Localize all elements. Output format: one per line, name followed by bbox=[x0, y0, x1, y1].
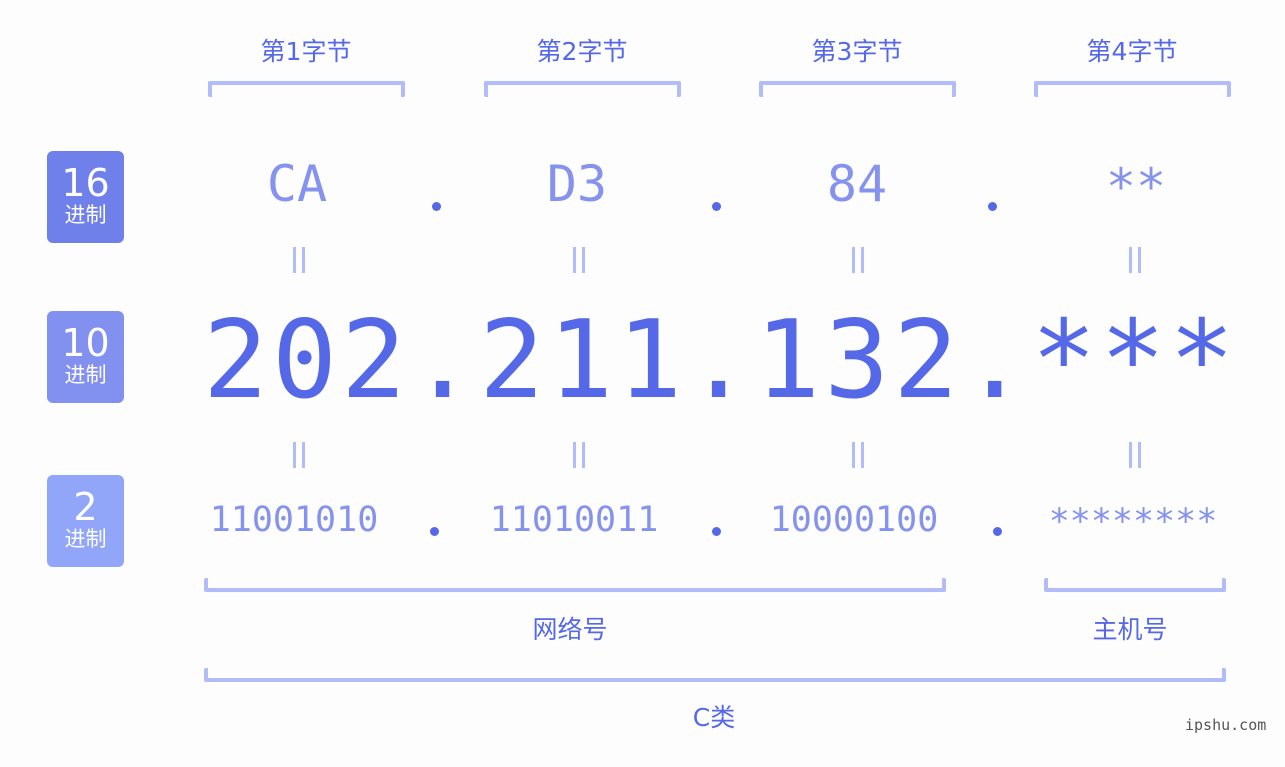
network-label: 网络号 bbox=[532, 615, 608, 644]
network-bracket bbox=[204, 578, 946, 592]
class-label: C类 bbox=[692, 703, 736, 732]
watermark: ipshu.com bbox=[1185, 716, 1267, 734]
bin-byte-1: 11001010 bbox=[209, 500, 379, 540]
hex-byte-3: 84 bbox=[826, 155, 888, 213]
bin-dot-1 bbox=[430, 527, 439, 536]
byte-2-label: 第2字节 bbox=[536, 37, 628, 66]
bin-dot-2 bbox=[712, 527, 721, 536]
host-bracket bbox=[1044, 578, 1226, 592]
host-label: 主机号 bbox=[1092, 615, 1168, 644]
equals-icon bbox=[571, 247, 587, 273]
decimal-address: 202.211.132.*** bbox=[203, 298, 1239, 423]
byte-2-bracket bbox=[484, 81, 681, 97]
hex-badge-suffix: 进制 bbox=[64, 203, 107, 227]
byte-1-bracket bbox=[208, 81, 405, 97]
equals-icon bbox=[850, 247, 866, 273]
byte-4-bracket bbox=[1034, 81, 1231, 97]
bin-byte-3: 10000100 bbox=[769, 500, 939, 540]
byte-1-label: 第1字节 bbox=[260, 37, 352, 66]
hex-badge: 16 进制 bbox=[47, 151, 124, 243]
byte-3-bracket bbox=[759, 81, 956, 97]
byte-4-label: 第4字节 bbox=[1086, 37, 1178, 66]
hex-badge-base: 16 bbox=[61, 161, 110, 205]
hex-dot-3 bbox=[988, 202, 997, 211]
bin-badge-base: 2 bbox=[73, 485, 98, 529]
equals-icon bbox=[1127, 442, 1143, 468]
hex-dot-2 bbox=[712, 202, 721, 211]
bin-badge-suffix: 进制 bbox=[64, 527, 107, 551]
equals-icon bbox=[850, 442, 866, 468]
dec-badge: 10 进制 bbox=[47, 311, 124, 403]
bin-byte-4: ******** bbox=[1048, 502, 1218, 542]
equals-icon bbox=[291, 247, 307, 273]
equals-icon bbox=[1127, 247, 1143, 273]
hex-byte-4: ** bbox=[1105, 158, 1167, 216]
equals-icon bbox=[571, 442, 587, 468]
bin-byte-2: 11010011 bbox=[489, 500, 659, 540]
byte-3-label: 第3字节 bbox=[811, 37, 903, 66]
dec-badge-suffix: 进制 bbox=[64, 363, 107, 387]
bin-dot-3 bbox=[993, 527, 1002, 536]
hex-byte-1: CA bbox=[266, 155, 328, 213]
bin-badge: 2 进制 bbox=[47, 475, 124, 567]
hex-dot-1 bbox=[432, 202, 441, 211]
dec-badge-base: 10 bbox=[61, 321, 110, 365]
equals-icon bbox=[291, 442, 307, 468]
hex-byte-2: D3 bbox=[546, 155, 608, 213]
class-bracket bbox=[204, 668, 1226, 682]
